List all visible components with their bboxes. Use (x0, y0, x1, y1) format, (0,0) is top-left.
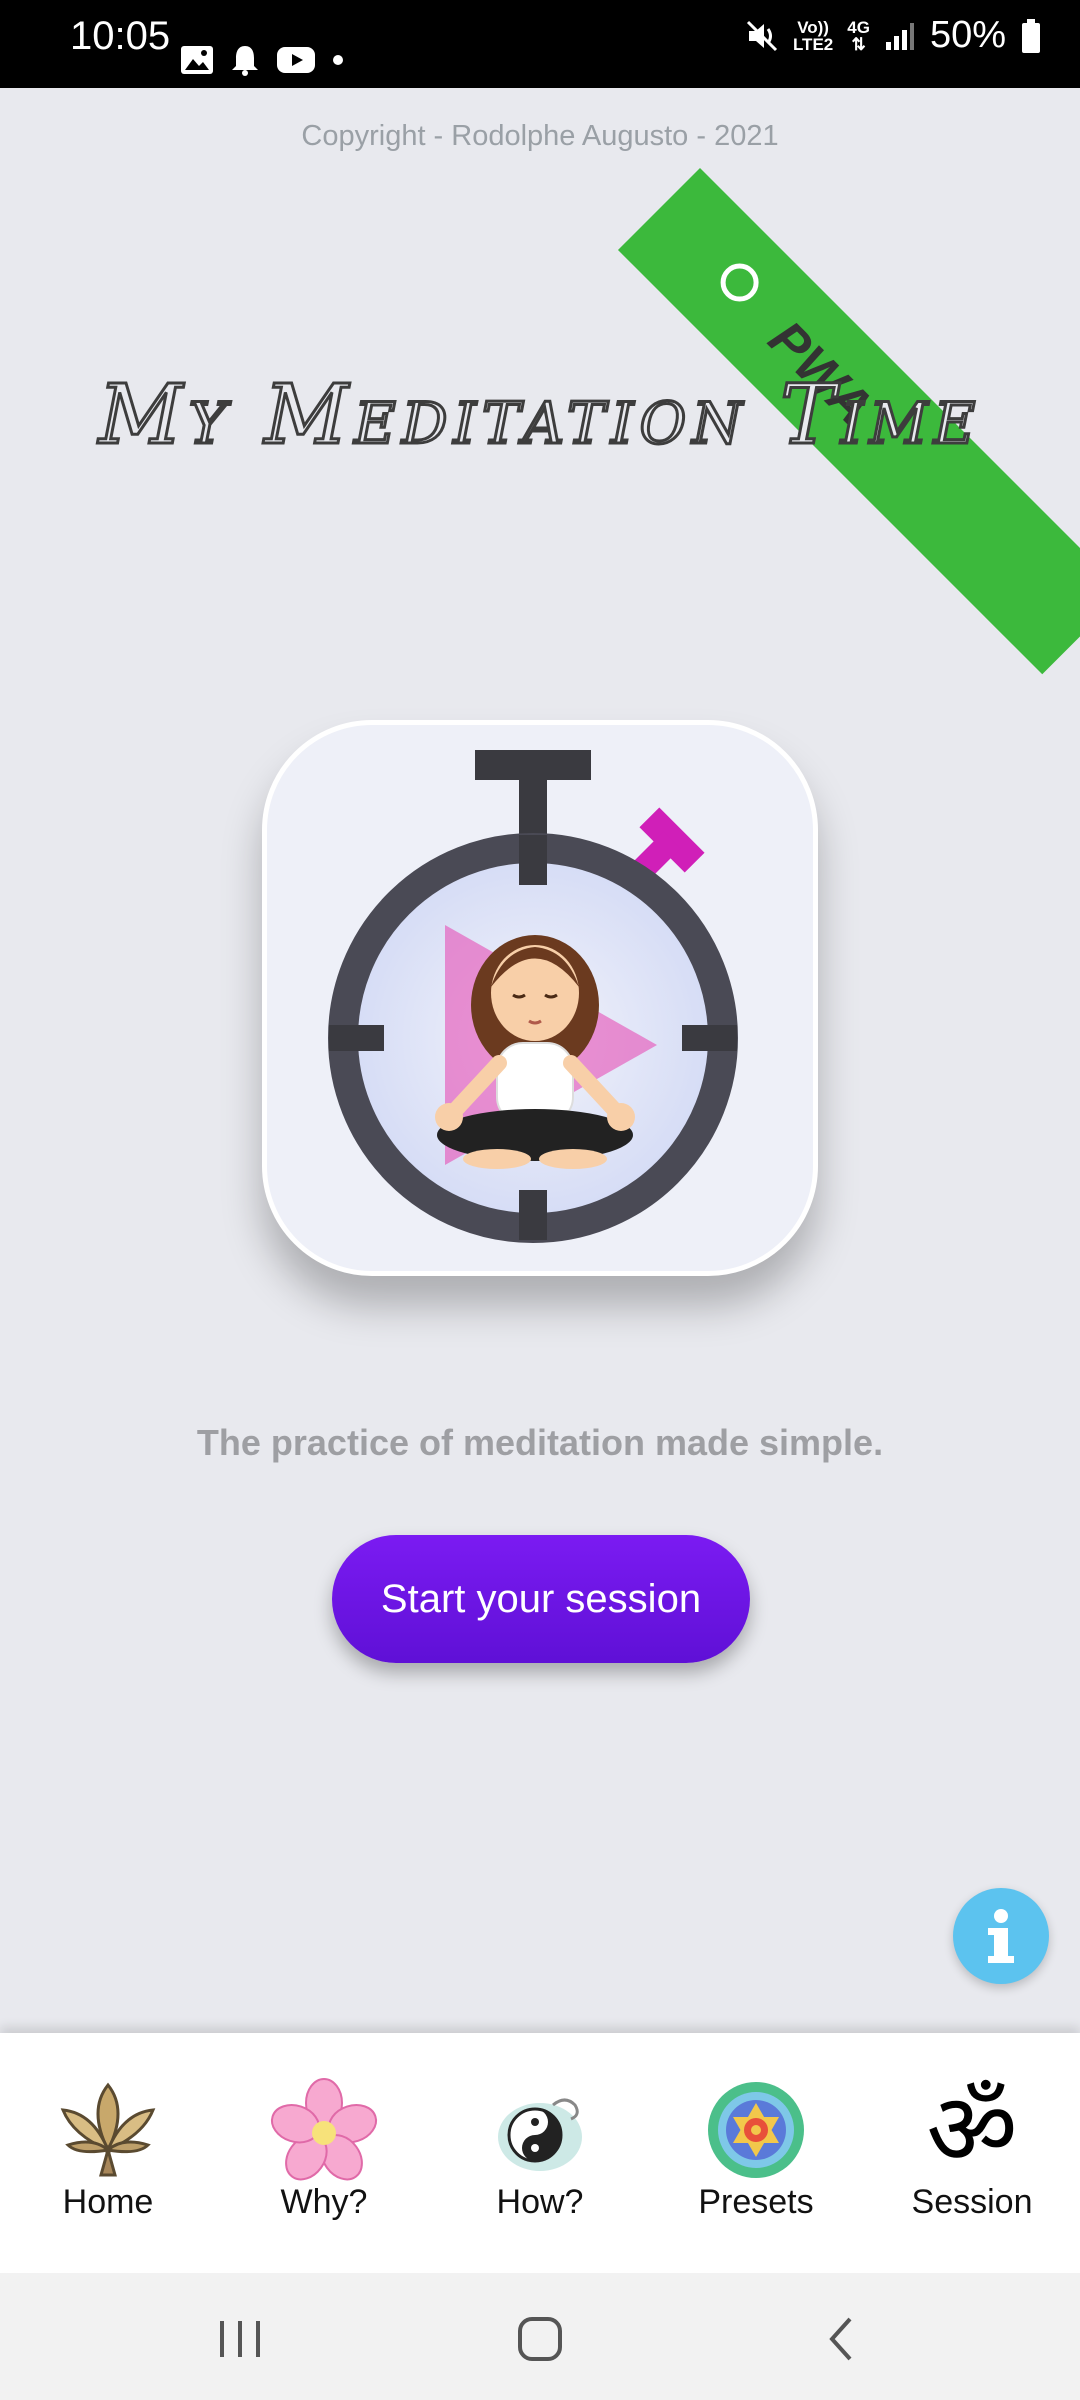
info-icon (988, 1909, 1014, 1963)
recent-apps-button[interactable] (210, 2309, 270, 2369)
nav-item-presets[interactable]: Presets (648, 2033, 864, 2273)
battery-icon (1022, 18, 1040, 53)
nav-label-how: How? (496, 2183, 584, 2221)
image-icon (181, 46, 213, 74)
youtube-icon (277, 47, 315, 73)
data-arrows-icon: ⇅ (851, 34, 866, 54)
network-gen: 4G ⇅ (847, 19, 870, 53)
lotus-icon (60, 2082, 156, 2177)
signal-icon (885, 22, 914, 50)
nav-item-why[interactable]: Why? (216, 2033, 432, 2273)
nav-label-why: Why? (280, 2183, 368, 2221)
main-content: Copyright - Rodolphe Augusto - 2021 PWA … (0, 88, 1080, 2033)
bottom-navigation: Home Why? How? Presets ॐ Session (0, 2033, 1080, 2273)
notification-icons (180, 40, 344, 80)
network-volte-top: Vo)) (797, 17, 829, 37)
nav-label-presets: Presets (698, 2183, 814, 2221)
app-logo (262, 720, 818, 1276)
dot-icon (333, 55, 343, 65)
clock-icon (712, 255, 767, 310)
nav-label-session: Session (911, 2183, 1033, 2221)
back-button[interactable] (812, 2309, 872, 2369)
app-title: My Meditation Time (97, 367, 982, 465)
bell-icon (232, 46, 258, 76)
info-button[interactable] (953, 1888, 1049, 1984)
status-time: 10:05 (70, 14, 171, 58)
nav-item-session[interactable]: ॐ Session (864, 2033, 1080, 2273)
battery-percent: 50% (929, 14, 1006, 56)
flower-icon (270, 2078, 378, 2181)
mute-icon (746, 20, 777, 51)
system-status: Vo)) LTE2 4G ⇅ 50% (745, 14, 1042, 57)
meditation-timer-icon (328, 750, 738, 1243)
yin-yang-icon (498, 2098, 582, 2171)
om-icon: ॐ (926, 2071, 1018, 2188)
network-volte: Vo)) LTE2 (793, 19, 833, 53)
home-button[interactable] (510, 2309, 570, 2369)
nav-item-home[interactable]: Home (0, 2033, 216, 2273)
mandala-icon (708, 2082, 804, 2178)
status-bar: 10:05 Vo)) LTE2 4G ⇅ 50% (0, 0, 1080, 88)
network-gen-label: 4G (847, 17, 870, 37)
tagline: The practice of meditation made simple. (196, 1422, 884, 1463)
network-volte-bottom: LTE2 (792, 34, 834, 54)
nav-label-home: Home (62, 2183, 154, 2221)
system-navigation-bar (0, 2273, 1080, 2400)
start-session-button[interactable]: Start your session (332, 1535, 750, 1663)
nav-item-how[interactable]: How? (432, 2033, 648, 2273)
copyright-text: Copyright - Rodolphe Augusto - 2021 (301, 120, 779, 152)
